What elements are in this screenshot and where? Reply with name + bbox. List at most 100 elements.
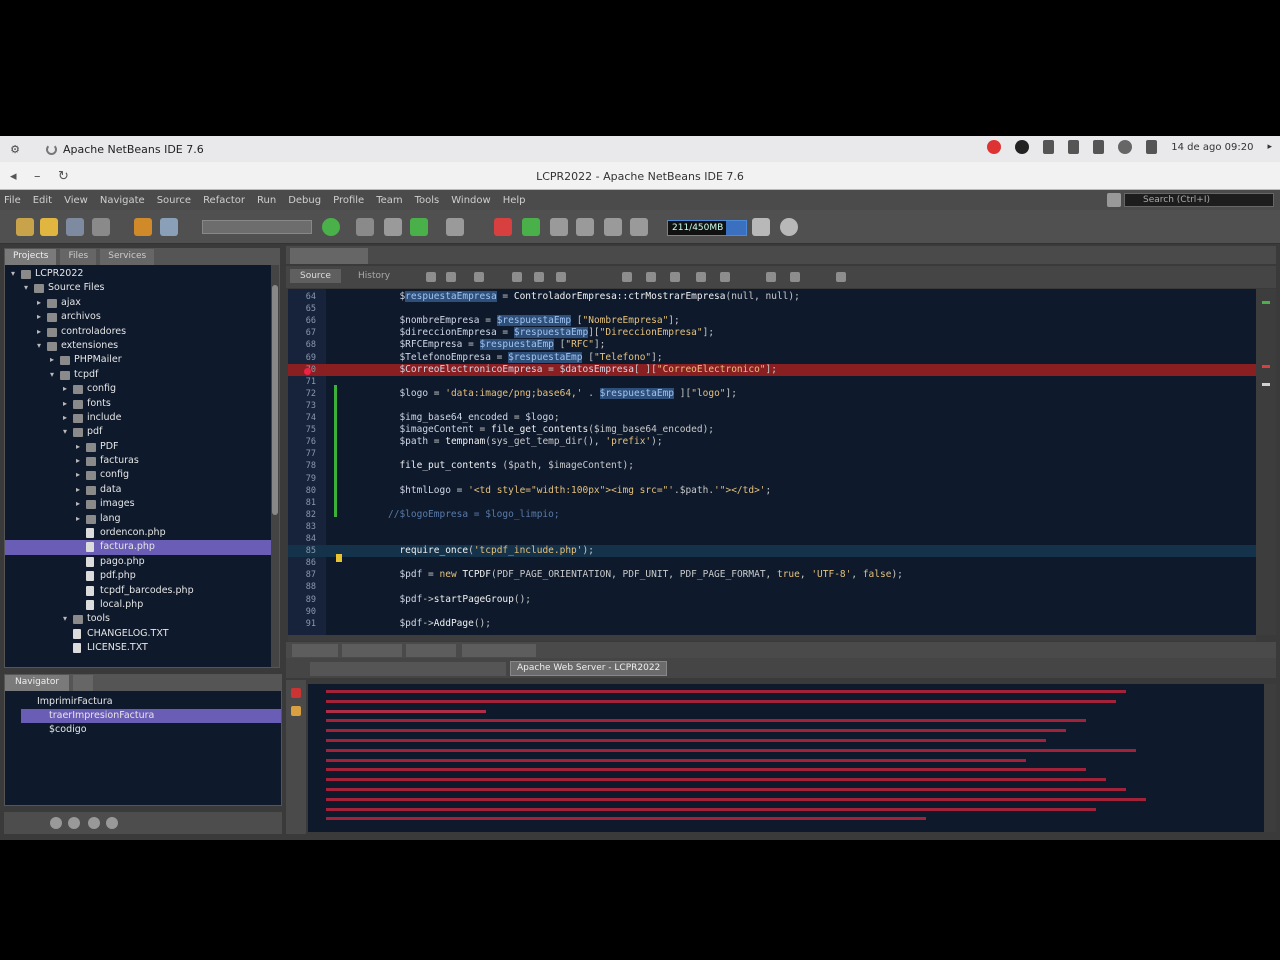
tree-item[interactable]: CHANGELOG.TXT (5, 627, 273, 641)
tree-item[interactable]: ▸ PDF (5, 440, 273, 454)
shift-right-icon[interactable] (720, 272, 730, 282)
code-line[interactable]: 75 $imageContent = file_get_contents($im… (288, 424, 1256, 436)
expand-toggle-icon[interactable]: ▸ (76, 497, 84, 511)
menu-run[interactable]: Run (257, 195, 276, 206)
code-line[interactable]: 69 $TelefonoEmpresa = $respuestaEmp ["Te… (288, 351, 1256, 364)
output-subtab-1[interactable] (310, 662, 506, 676)
toggle-highlight-icon[interactable] (556, 272, 566, 282)
expand-toggle-icon[interactable]: ▸ (63, 382, 71, 396)
tree-item[interactable]: ▸ fonts (5, 397, 273, 411)
upload-icon[interactable] (1043, 140, 1055, 154)
tree-item[interactable]: ▸ config (5, 382, 273, 396)
shift-left-icon[interactable] (696, 272, 706, 282)
menu-refactor[interactable]: Refactor (203, 195, 245, 206)
settings-icon[interactable] (88, 817, 100, 829)
configuration-select[interactable] (202, 220, 312, 234)
network-icon[interactable] (1068, 140, 1080, 154)
expand-toggle-icon[interactable]: ▸ (50, 353, 58, 367)
debug-icon[interactable] (446, 218, 464, 236)
code-line[interactable]: 77 (288, 448, 1256, 460)
error-marker-icon[interactable] (304, 368, 311, 375)
tab-output-1[interactable] (292, 644, 338, 657)
hammer-icon[interactable] (356, 218, 374, 236)
code-line[interactable]: 91 $pdf->AddPage(); (288, 618, 1256, 630)
expand-toggle-icon[interactable]: ▸ (63, 397, 71, 411)
new-project-icon[interactable] (40, 218, 58, 236)
navigator-item[interactable]: traerImpresionFactura (21, 709, 281, 723)
expand-toggle-icon[interactable]: ▸ (37, 310, 45, 324)
tree-item[interactable]: ▸ archivos (5, 310, 273, 324)
code-line[interactable]: 74 $img_base64_encoded = $logo; (288, 412, 1256, 424)
code-line[interactable]: 81 (288, 497, 1256, 509)
menu-window[interactable]: Window (451, 195, 490, 206)
expand-toggle-icon[interactable]: ▾ (50, 368, 58, 382)
tree-item[interactable]: ▾ pdf (5, 425, 273, 439)
code-line[interactable]: 67 $direccionEmpresa = $respuestaEmp]["D… (288, 327, 1256, 339)
open-project-icon[interactable] (66, 218, 84, 236)
redo-icon[interactable] (160, 218, 178, 236)
expand-toggle-icon[interactable]: ▸ (76, 512, 84, 526)
tree-item[interactable]: factura.php (5, 540, 273, 555)
code-line[interactable]: 86 (288, 557, 1256, 569)
prev-occurrence-icon[interactable] (512, 272, 522, 282)
filter-icon[interactable] (50, 817, 62, 829)
new-file-icon[interactable] (16, 218, 34, 236)
output-subtab-apache[interactable]: Apache Web Server - LCPR2022 (510, 661, 668, 676)
quick-search-input[interactable]: Search (Ctrl+I) (1107, 193, 1274, 207)
tree-item[interactable]: ▾ LCPR2022 (5, 267, 273, 281)
code-line[interactable]: 84 (288, 533, 1256, 545)
projects-scroll-thumb[interactable] (272, 285, 278, 515)
output-scrollbar[interactable] (1264, 684, 1276, 832)
save-all-icon[interactable] (92, 218, 110, 236)
projects-scrollbar[interactable] (271, 265, 279, 667)
code-line[interactable]: 70 $CorreoElectronicoEmpresa = $datosEmp… (288, 363, 1256, 376)
tab-projects[interactable]: Projects (5, 249, 57, 265)
tree-item[interactable]: pdf.php (5, 569, 273, 583)
code-line[interactable]: 73 (288, 400, 1256, 412)
editor-scrollbar[interactable] (1256, 289, 1276, 635)
tree-item[interactable]: local.php (5, 598, 273, 612)
sort-icon[interactable] (68, 817, 80, 829)
navigator-item[interactable]: ImprimirFactura (9, 695, 281, 709)
menu-team[interactable]: Team (376, 195, 402, 206)
output-console[interactable] (308, 684, 1264, 832)
tab-services[interactable]: Services (100, 249, 155, 265)
battery-icon[interactable] (1146, 140, 1158, 154)
menu-help[interactable]: Help (503, 195, 526, 206)
tree-item[interactable]: ▸ PHPMailer (5, 353, 273, 367)
menu-edit[interactable]: Edit (33, 195, 52, 206)
tab-output-3[interactable] (406, 644, 456, 657)
power-menu-icon[interactable]: ▸ (1267, 142, 1272, 152)
step-into-icon[interactable] (576, 218, 594, 236)
tree-item[interactable]: ▾ tools (5, 612, 273, 626)
run-to-cursor-icon[interactable] (630, 218, 648, 236)
volume-icon[interactable] (1093, 140, 1105, 154)
tree-item[interactable]: ▾ Source Files (5, 281, 273, 295)
start-macro-icon[interactable] (766, 272, 776, 282)
profile-icon[interactable] (522, 218, 540, 236)
expand-toggle-icon[interactable]: ▾ (11, 267, 19, 281)
code-line[interactable]: 90 (288, 606, 1256, 618)
comment-icon[interactable] (836, 272, 846, 282)
expand-toggle-icon[interactable]: ▸ (63, 411, 71, 425)
occurrence-stripe[interactable] (1262, 383, 1270, 386)
code-line[interactable]: 71 (288, 376, 1256, 388)
menu-debug[interactable]: Debug (288, 195, 321, 206)
step-over-icon[interactable] (550, 218, 568, 236)
error-stripe[interactable] (1262, 365, 1270, 368)
tab-output-2[interactable] (342, 644, 402, 657)
next-bookmark-icon[interactable] (670, 272, 680, 282)
menu-source[interactable]: Source (157, 195, 191, 206)
stop-macro-icon[interactable] (790, 272, 800, 282)
tree-item[interactable]: ▸ data (5, 483, 273, 497)
expand-toggle-icon[interactable]: ▾ (24, 281, 32, 295)
memory-indicator[interactable]: 211/450MB (667, 220, 747, 236)
tab-navigator-secondary[interactable] (73, 675, 94, 691)
next-occurrence-icon[interactable] (534, 272, 544, 282)
code-line[interactable]: 65 (288, 303, 1256, 315)
activities-button[interactable]: ⚙ (0, 143, 30, 156)
accessibility-icon[interactable] (1118, 140, 1133, 154)
step-out-icon[interactable] (604, 218, 622, 236)
snapshot-icon[interactable] (780, 218, 798, 236)
tree-item[interactable]: LICENSE.TXT (5, 641, 273, 655)
